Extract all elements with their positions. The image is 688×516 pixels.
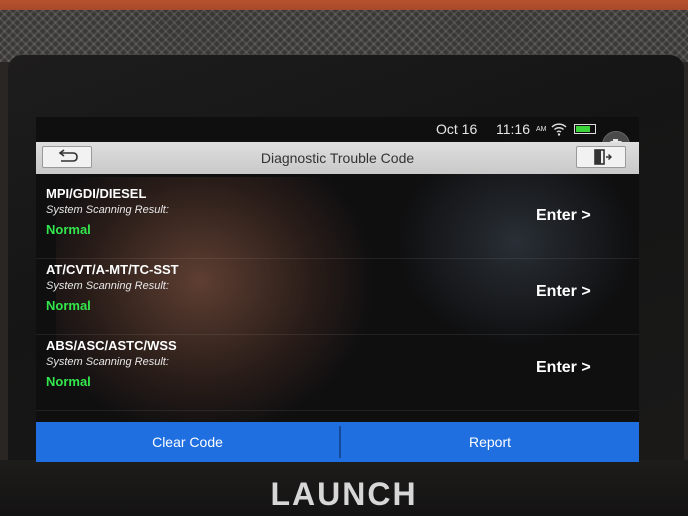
wifi-icon [551, 122, 567, 136]
system-row: ABS/ASC/ASTC/WSS System Scanning Result:… [36, 334, 639, 411]
tablet-screen: Oct 16 11:16 AM Diagnostic Trouble Code … [36, 117, 639, 462]
page-title: Diagnostic Trouble Code [260, 150, 415, 166]
enter-button[interactable]: Enter > [536, 283, 591, 301]
scan-status: Normal [46, 222, 91, 237]
action-bar: Clear Code Report [36, 422, 639, 462]
report-button[interactable]: Report [341, 422, 639, 462]
title-bar: Diagnostic Trouble Code [36, 142, 639, 174]
brand-logo: LAUNCH [270, 476, 418, 512]
clear-code-button[interactable]: Clear Code [36, 422, 339, 462]
status-time: 11:16 [496, 121, 530, 137]
scan-status: Normal [46, 298, 91, 313]
scan-status: Normal [46, 374, 91, 389]
system-name: MPI/GDI/DIESEL [46, 186, 147, 201]
enter-button[interactable]: Enter > [536, 359, 591, 377]
exit-button[interactable] [576, 146, 626, 168]
status-bar: Oct 16 11:16 AM [36, 117, 639, 159]
battery-icon [574, 124, 596, 134]
scan-result-label: System Scanning Result: [46, 204, 169, 216]
enter-button[interactable]: Enter > [536, 207, 591, 225]
system-row: AT/CVT/A-MT/TC-SST System Scanning Resul… [36, 258, 639, 335]
exit-door-icon [594, 149, 612, 165]
system-row: MPI/GDI/DIESEL System Scanning Result: N… [36, 182, 639, 259]
status-date: Oct 16 [436, 121, 478, 137]
battery-fill [576, 126, 590, 132]
scan-result-label: System Scanning Result: [46, 356, 169, 368]
system-name: ABS/ASC/ASTC/WSS [46, 338, 177, 353]
scan-result-label: System Scanning Result: [46, 280, 169, 292]
system-name: AT/CVT/A-MT/TC-SST [46, 262, 179, 277]
status-ampm: AM [536, 126, 547, 133]
